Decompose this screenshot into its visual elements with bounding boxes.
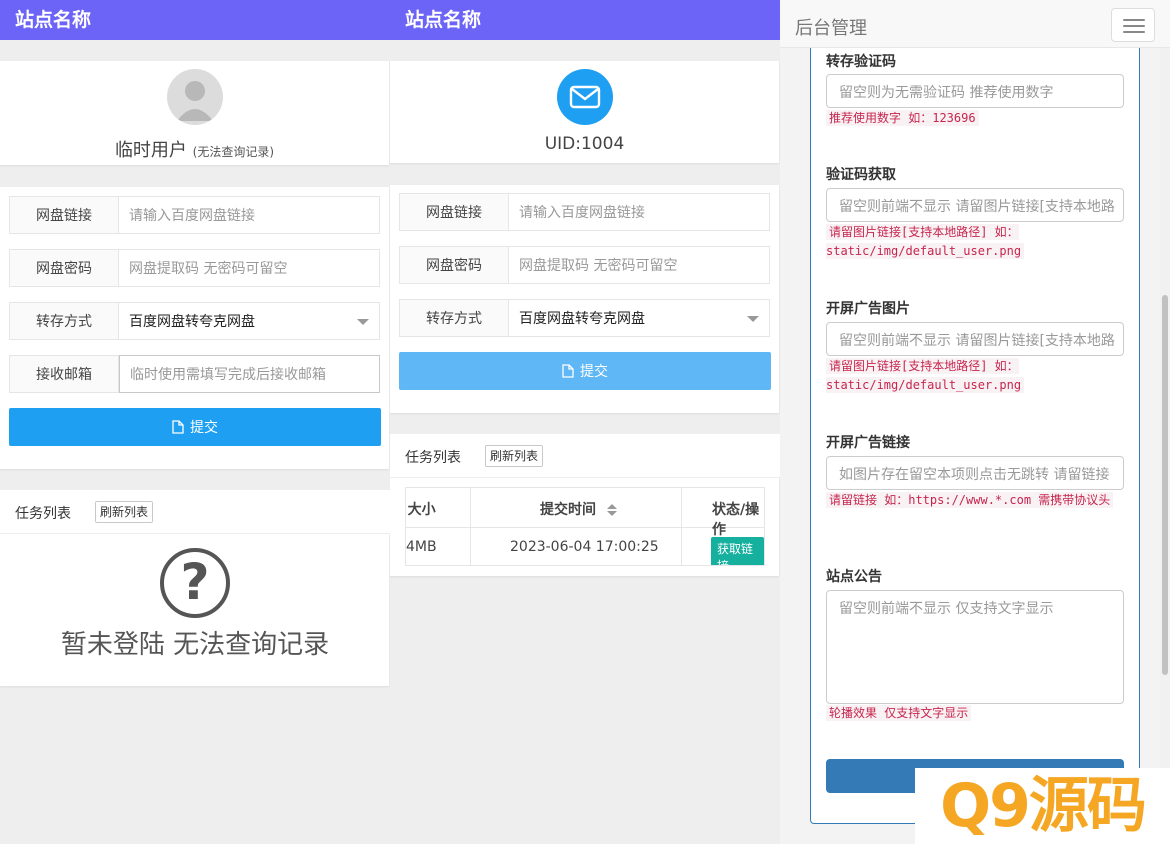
captcha-help: 推荐使用数字 如：123696: [826, 109, 1126, 128]
task-list-header: 任务列表 刷新列表: [390, 434, 780, 478]
announcement-help-text: 轮播效果 仅支持文字显示: [826, 705, 972, 721]
submit-button[interactable]: 提交: [9, 408, 381, 446]
captcha-input[interactable]: 留空则为无需验证码 推荐使用数字: [826, 74, 1124, 108]
link-label: 网盘链接: [400, 194, 509, 230]
task-list-body: ? 暂未登陆 无法查询记录: [0, 534, 389, 686]
announcement-textarea[interactable]: 留空则前端不显示 仅支持文字显示: [826, 590, 1124, 704]
mode-row: 转存方式 百度网盘转夸克网盘: [399, 299, 770, 337]
user-name-text: 临时用户: [114, 140, 187, 161]
field-label-splash-image: 开屏广告图片: [826, 301, 910, 317]
user-uid: UID:1004: [544, 134, 625, 154]
splash-image-input[interactable]: 留空则前端不显示 请留图片链接[支持本地路: [826, 322, 1124, 356]
default-avatar-icon: [167, 69, 223, 125]
link-input[interactable]: 请输入百度网盘链接: [509, 194, 769, 230]
splash-link-input[interactable]: 如图片存在留空本项则点击无跳转 请留链接: [826, 456, 1124, 490]
field-label-captcha: 转存验证码: [826, 54, 896, 70]
captcha-source-help-text: 请留图片链接[支持本地路径] 如：static/img/default_user…: [826, 224, 1025, 259]
profile-card: 临时用户 (无法查询记录): [0, 61, 389, 165]
admin-panel-view: 后台管理 转存验证码 留空则为无需验证码 推荐使用数字 推荐使用数字 如：123…: [780, 0, 1170, 844]
splash-image-help: 请留图片链接[支持本地路径] 如：static/img/default_user…: [826, 357, 1126, 395]
submit-label: 提交: [190, 420, 218, 436]
refresh-list-button[interactable]: 刷新列表: [485, 445, 544, 467]
link-row: 网盘链接 请输入百度网盘链接: [399, 193, 770, 231]
scrollbar-thumb[interactable]: [1162, 295, 1168, 675]
announcement-help: 轮播效果 仅支持文字显示: [826, 704, 1126, 723]
task-time: 2023-06-04 17:00:25: [510, 539, 659, 555]
logged-in-user-panel: 站点名称 UID:1004 网盘链接 请输入百度网盘链接 网盘密码 网盘提取码 …: [390, 0, 780, 844]
site-title: 站点名称: [0, 0, 390, 40]
link-row: 网盘链接 请输入百度网盘链接: [9, 196, 380, 234]
chevron-down-icon: [747, 316, 759, 322]
splash-link-help-text: 请留链接 如：https://www.*.com 需携带协议头: [826, 492, 1114, 508]
task-list-title: 任务列表: [15, 506, 71, 522]
field-label-announcement: 站点公告: [826, 569, 882, 585]
mode-select[interactable]: 百度网盘转夸克网盘: [119, 303, 379, 339]
file-icon: [172, 420, 184, 434]
task-list-title: 任务列表: [405, 450, 461, 466]
password-input[interactable]: 网盘提取码 无密码可留空: [509, 247, 769, 283]
task-size: 4MB: [406, 539, 437, 555]
mode-label: 转存方式: [10, 303, 119, 339]
mode-value: 百度网盘转夸克网盘: [129, 314, 255, 330]
email-input[interactable]: 临时使用需填写完成后接收邮箱: [119, 355, 380, 393]
mail-avatar: [557, 69, 613, 125]
admin-navbar: 后台管理: [780, 0, 1170, 48]
user-name: 临时用户 (无法查询记录): [0, 136, 389, 162]
field-label-splash-link: 开屏广告链接: [826, 435, 910, 451]
mode-row: 转存方式 百度网盘转夸克网盘: [9, 302, 380, 340]
profile-card: UID:1004: [390, 61, 779, 163]
transfer-form-card: 网盘链接 请输入百度网盘链接 网盘密码 网盘提取码 无密码可留空 转存方式 百度…: [0, 187, 389, 469]
column-header-time[interactable]: 提交时间: [540, 499, 617, 519]
watermark-text: Q9源码: [940, 771, 1147, 841]
link-label: 网盘链接: [10, 197, 119, 233]
watermark-logo: Q9源码: [915, 768, 1170, 844]
not-logged-in-message: 暂未登陆 无法查询记录: [60, 630, 330, 660]
task-list-header: 任务列表 刷新列表: [0, 490, 390, 534]
get-link-button[interactable]: 获取链接: [711, 537, 764, 565]
email-label: 接收邮箱: [10, 356, 119, 392]
mode-value: 百度网盘转夸克网盘: [519, 311, 645, 327]
password-label: 网盘密码: [400, 247, 509, 283]
mail-icon: [569, 85, 601, 109]
file-icon: [562, 364, 574, 378]
column-header-size: :大小: [405, 502, 436, 518]
password-row: 网盘密码 网盘提取码 无密码可留空: [9, 249, 380, 287]
field-label-captcha-source: 验证码获取: [826, 167, 896, 183]
settings-form: 转存验证码 留空则为无需验证码 推荐使用数字 推荐使用数字 如：123696 验…: [810, 48, 1140, 824]
password-row: 网盘密码 网盘提取码 无密码可留空: [399, 246, 770, 284]
captcha-source-help: 请留图片链接[支持本地路径] 如：static/img/default_user…: [826, 223, 1126, 261]
password-label: 网盘密码: [10, 250, 119, 286]
captcha-source-input[interactable]: 留空则前端不显示 请留图片链接[支持本地路: [826, 188, 1124, 222]
task-table: :大小 提交时间 状态/操作 4MB 2023-06-04 17:00:25 获…: [405, 487, 765, 566]
splash-link-help: 请留链接 如：https://www.*.com 需携带协议头: [826, 491, 1126, 510]
user-note: (无法查询记录): [192, 145, 275, 159]
sort-icon[interactable]: [606, 504, 617, 516]
submit-button[interactable]: 提交: [399, 352, 771, 390]
captcha-help-text: 推荐使用数字 如：123696: [826, 110, 979, 126]
site-title: 站点名称: [390, 0, 780, 40]
submit-label: 提交: [580, 364, 608, 380]
menu-toggle-icon[interactable]: [1111, 8, 1155, 42]
link-input[interactable]: 请输入百度网盘链接: [119, 197, 379, 233]
mode-label: 转存方式: [400, 300, 509, 336]
password-input[interactable]: 网盘提取码 无密码可留空: [119, 250, 379, 286]
admin-title: 后台管理: [795, 18, 867, 39]
splash-image-help-text: 请留图片链接[支持本地路径] 如：static/img/default_user…: [826, 358, 1025, 393]
transfer-form-card: 网盘链接 请输入百度网盘链接 网盘密码 网盘提取码 无密码可留空 转存方式 百度…: [390, 185, 779, 413]
column-header-time-text: 提交时间: [540, 502, 596, 518]
refresh-list-button[interactable]: 刷新列表: [95, 501, 154, 523]
chevron-down-icon: [357, 319, 369, 325]
guest-user-panel: 站点名称 临时用户 (无法查询记录) 网盘链接 请输入百度网盘链接 网盘密码 网…: [0, 0, 390, 844]
mode-select[interactable]: 百度网盘转夸克网盘: [509, 300, 769, 336]
task-list-body: :大小 提交时间 状态/操作 4MB 2023-06-04 17:00:25 获…: [390, 478, 779, 576]
column-header-status: 状态/操作: [712, 502, 760, 538]
question-icon: ?: [160, 548, 230, 618]
email-row: 接收邮箱 临时使用需填写完成后接收邮箱: [9, 355, 380, 393]
